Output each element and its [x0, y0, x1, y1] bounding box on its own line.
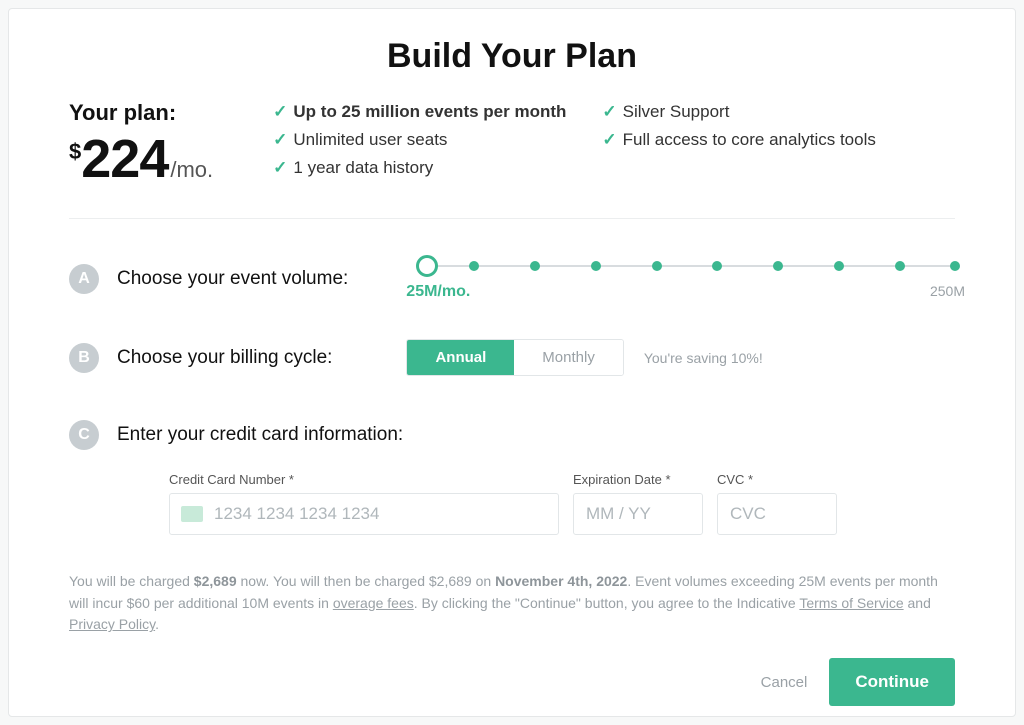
step-label-volume: Choose your event volume:: [117, 268, 348, 290]
slider-selected-label: 25M/mo.: [406, 283, 470, 301]
slider-thumb[interactable]: [416, 255, 438, 277]
slider-max-label: 250M: [930, 283, 965, 299]
feature-item: ✓Full access to core analytics tools: [602, 130, 875, 150]
billing-monthly-button[interactable]: Monthly: [514, 340, 623, 375]
legal-text: You will be charged $2,689 now. You will…: [69, 571, 955, 636]
slider-tick[interactable]: [834, 261, 844, 271]
slider-tick[interactable]: [950, 261, 960, 271]
slider-tick[interactable]: [530, 261, 540, 271]
overage-fees-link[interactable]: overage fees: [333, 595, 414, 611]
volume-slider[interactable]: 25M/mo. 250M: [406, 255, 955, 303]
check-icon: ✓: [273, 130, 287, 149]
feature-list: ✓Up to 25 million events per month ✓Silv…: [273, 102, 876, 190]
step-credit-card: C Enter your credit card information: Cr…: [69, 420, 955, 535]
price-period: /mo.: [170, 157, 213, 183]
cc-cvc-label: CVC *: [717, 472, 837, 487]
check-icon: ✓: [273, 158, 287, 177]
cc-cvc-field: CVC *: [717, 472, 837, 535]
cc-number-field: Credit Card Number *: [169, 472, 559, 535]
page-title: Build Your Plan: [69, 37, 955, 76]
price-block: Your plan: $ 224 /mo.: [69, 100, 213, 190]
card-icon: [181, 506, 203, 522]
check-icon: ✓: [273, 102, 287, 121]
cc-exp-label: Expiration Date *: [573, 472, 703, 487]
step-label-cc: Enter your credit card information:: [117, 424, 403, 446]
slider-tick[interactable]: [591, 261, 601, 271]
slider-tick[interactable]: [469, 261, 479, 271]
step-volume: A Choose your event volume: 25M/mo. 250M: [69, 255, 955, 303]
check-icon: ✓: [602, 130, 616, 149]
feature-item: ✓Silver Support: [602, 102, 875, 122]
feature-item: ✓Up to 25 million events per month: [273, 102, 566, 122]
cc-number-label: Credit Card Number *: [169, 472, 559, 487]
plan-builder-card: Build Your Plan Your plan: $ 224 /mo. ✓U…: [8, 8, 1016, 717]
currency-symbol: $: [69, 139, 81, 165]
check-icon: ✓: [602, 102, 616, 121]
savings-note: You're saving 10%!: [644, 350, 763, 366]
cc-exp-field: Expiration Date *: [573, 472, 703, 535]
plan-label: Your plan:: [69, 100, 213, 126]
step-badge-c: C: [69, 420, 99, 450]
cc-cvc-input[interactable]: [717, 493, 837, 535]
cc-number-input[interactable]: [169, 493, 559, 535]
billing-toggle: Annual Monthly: [406, 339, 623, 376]
slider-tick[interactable]: [773, 261, 783, 271]
cc-exp-input[interactable]: [573, 493, 703, 535]
plan-summary: Your plan: $ 224 /mo. ✓Up to 25 million …: [69, 100, 955, 219]
step-badge-b: B: [69, 343, 99, 373]
step-badge-a: A: [69, 264, 99, 294]
billing-annual-button[interactable]: Annual: [407, 340, 514, 375]
step-label-billing: Choose your billing cycle:: [117, 347, 332, 369]
feature-item: ✓1 year data history: [273, 158, 566, 178]
privacy-policy-link[interactable]: Privacy Policy: [69, 616, 155, 632]
price-amount: 224: [81, 128, 168, 190]
continue-button[interactable]: Continue: [829, 658, 955, 706]
slider-tick[interactable]: [712, 261, 722, 271]
price-row: $ 224 /mo.: [69, 128, 213, 190]
slider-tick[interactable]: [652, 261, 662, 271]
cancel-button[interactable]: Cancel: [761, 674, 808, 691]
slider-track: [424, 265, 955, 267]
step-billing: B Choose your billing cycle: Annual Mont…: [69, 339, 955, 376]
cc-fields: Credit Card Number * Expiration Date * C…: [169, 472, 955, 535]
action-row: Cancel Continue: [69, 658, 955, 706]
billing-toggle-wrap: Annual Monthly You're saving 10%!: [406, 339, 762, 376]
feature-item: ✓Unlimited user seats: [273, 130, 566, 150]
terms-of-service-link[interactable]: Terms of Service: [799, 595, 903, 611]
slider-tick[interactable]: [895, 261, 905, 271]
